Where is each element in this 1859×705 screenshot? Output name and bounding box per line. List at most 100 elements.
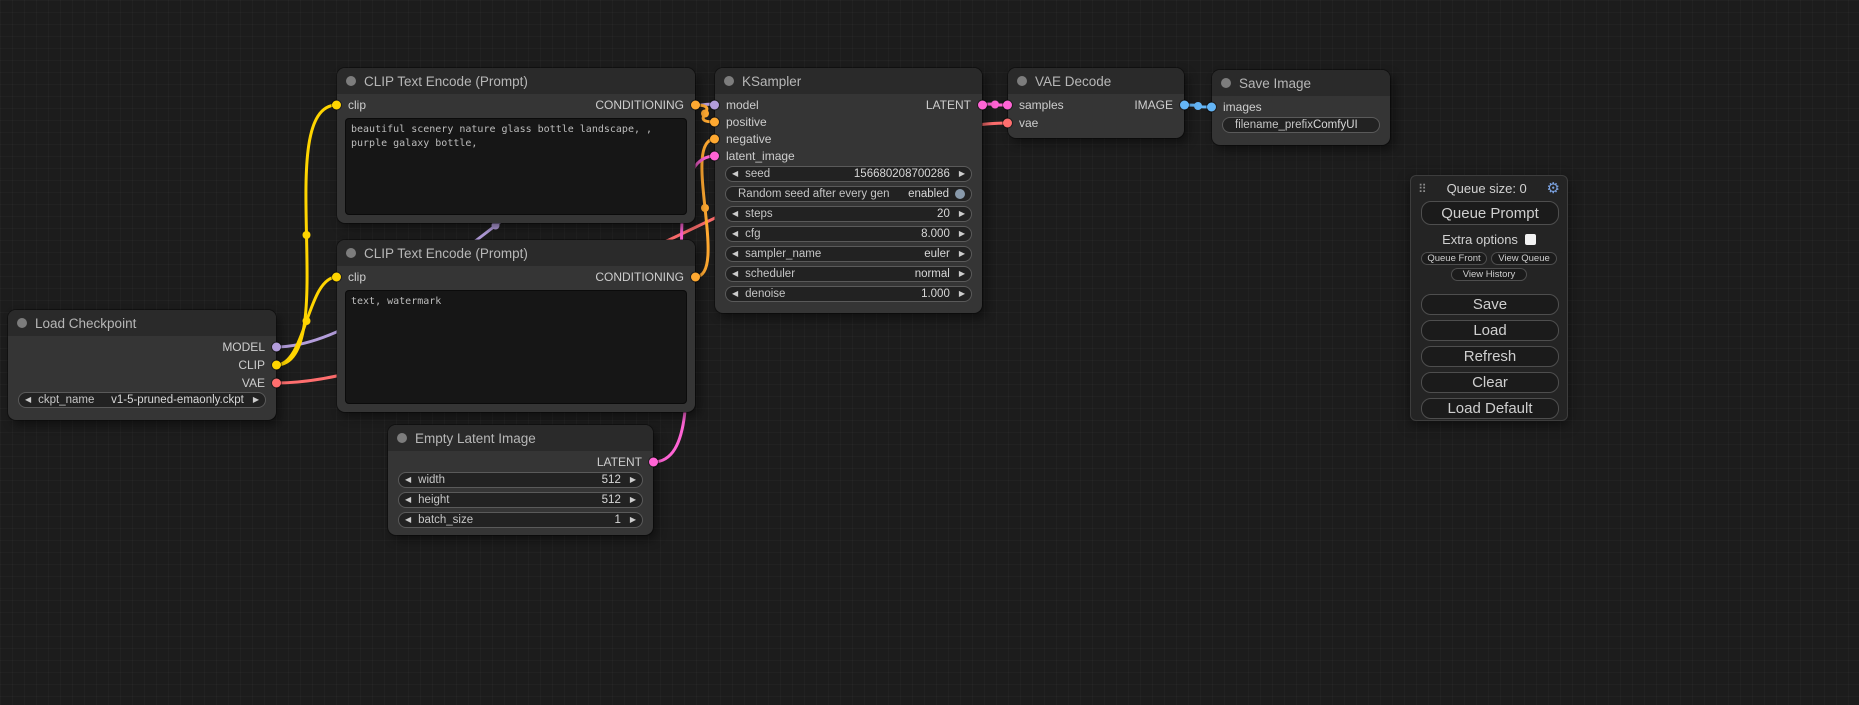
node-title-bar[interactable]: Load Checkpoint [8, 310, 276, 336]
increment-arrow-icon[interactable]: ▶ [959, 290, 965, 298]
widget-value: 156680208700286 [854, 168, 950, 180]
input-label-positive: positive [726, 115, 767, 129]
increment-arrow-icon[interactable]: ▶ [959, 170, 965, 178]
images-input-dot[interactable] [1207, 103, 1216, 112]
scheduler-widget[interactable]: ◀ scheduler normal ▶ [725, 266, 972, 282]
decrement-arrow-icon[interactable]: ◀ [732, 210, 738, 218]
collapse-toggle-icon[interactable] [724, 76, 734, 86]
conditioning-output-dot[interactable] [691, 273, 700, 282]
latent-output-dot[interactable] [978, 100, 987, 109]
node-graph-canvas[interactable]: Load Checkpoint MODEL CLIP VAE ◀ ckpt_na… [0, 0, 1859, 705]
width-widget[interactable]: ◀ width 512 ▶ [398, 472, 643, 488]
extra-options-checkbox[interactable] [1525, 234, 1536, 245]
increment-arrow-icon[interactable]: ▶ [630, 476, 636, 484]
collapse-toggle-icon[interactable] [346, 248, 356, 258]
model-input-dot[interactable] [710, 100, 719, 109]
sampler-name-widget[interactable]: ◀ sampler_name euler ▶ [725, 246, 972, 262]
latent-image-input-dot[interactable] [710, 151, 719, 160]
node-title-bar[interactable]: CLIP Text Encode (Prompt) [337, 68, 695, 94]
load-button[interactable]: Load [1421, 320, 1559, 341]
slot-row: clip CONDITIONING [337, 268, 695, 286]
node-title-bar[interactable]: Save Image [1212, 70, 1390, 96]
model-output-dot[interactable] [272, 343, 281, 352]
queue-actions-row: Queue Front View Queue [1421, 252, 1557, 265]
samples-input-dot[interactable] [1003, 101, 1012, 110]
decrement-arrow-icon[interactable]: ◀ [405, 496, 411, 504]
collapse-toggle-icon[interactable] [346, 76, 356, 86]
vae-input-dot[interactable] [1003, 119, 1012, 128]
negative-input-dot[interactable] [710, 134, 719, 143]
image-output-dot[interactable] [1180, 101, 1189, 110]
conditioning-output-dot[interactable] [691, 101, 700, 110]
increment-arrow-icon[interactable]: ▶ [959, 250, 965, 258]
refresh-button[interactable]: Refresh [1421, 346, 1559, 367]
height-widget[interactable]: ◀ height 512 ▶ [398, 492, 643, 508]
positive-input-dot[interactable] [710, 117, 719, 126]
clip-input-dot[interactable] [332, 273, 341, 282]
queue-prompt-button[interactable]: Queue Prompt [1421, 201, 1559, 225]
denoise-widget[interactable]: ◀ denoise 1.000 ▶ [725, 286, 972, 302]
steps-widget[interactable]: ◀ steps 20 ▶ [725, 206, 972, 222]
node-clip-text-encode-negative[interactable]: CLIP Text Encode (Prompt) clip CONDITION… [337, 240, 695, 412]
node-title: KSampler [742, 74, 801, 89]
cfg-widget[interactable]: ◀ cfg 8.000 ▶ [725, 226, 972, 242]
node-title-bar[interactable]: VAE Decode [1008, 68, 1184, 94]
ckpt-name-widget[interactable]: ◀ ckpt_name v1-5-pruned-emaonly.ckpt ▶ [18, 392, 266, 408]
clear-button[interactable]: Clear [1421, 372, 1559, 393]
increment-arrow-icon[interactable]: ▶ [630, 496, 636, 504]
random-seed-toggle-widget[interactable]: Random seed after every gen enabled [725, 186, 972, 202]
toggle-knob-icon[interactable] [955, 189, 965, 199]
widget-value: euler [924, 248, 950, 260]
increment-arrow-icon[interactable]: ▶ [959, 210, 965, 218]
increment-arrow-icon[interactable]: ▶ [253, 396, 259, 404]
node-title-bar[interactable]: CLIP Text Encode (Prompt) [337, 240, 695, 266]
collapse-toggle-icon[interactable] [397, 433, 407, 443]
input-label-clip: clip [348, 98, 366, 112]
node-empty-latent-image[interactable]: Empty Latent Image LATENT ◀ width 512 ▶ … [388, 425, 653, 535]
view-queue-button[interactable]: View Queue [1491, 252, 1557, 265]
decrement-arrow-icon[interactable]: ◀ [732, 250, 738, 258]
input-slot-vae: vae [1008, 114, 1184, 132]
widget-label: scheduler [745, 268, 795, 280]
increment-arrow-icon[interactable]: ▶ [959, 270, 965, 278]
collapse-toggle-icon[interactable] [1221, 78, 1231, 88]
collapse-toggle-icon[interactable] [1017, 76, 1027, 86]
slot-row: clip CONDITIONING [337, 96, 695, 114]
node-title-bar[interactable]: Empty Latent Image [388, 425, 653, 451]
node-vae-decode[interactable]: VAE Decode samples IMAGE vae [1008, 68, 1184, 138]
collapse-toggle-icon[interactable] [17, 318, 27, 328]
positive-prompt-textarea[interactable]: beautiful scenery nature glass bottle la… [345, 118, 687, 215]
batch-size-widget[interactable]: ◀ batch_size 1 ▶ [398, 512, 643, 528]
queue-panel[interactable]: ⠿ Queue size: 0 ⚙ Queue Prompt Extra opt… [1410, 175, 1568, 421]
clip-output-dot[interactable] [272, 361, 281, 370]
output-label-latent: LATENT [926, 98, 971, 112]
node-ksampler[interactable]: KSampler model LATENT positive negative … [715, 68, 982, 313]
increment-arrow-icon[interactable]: ▶ [959, 230, 965, 238]
decrement-arrow-icon[interactable]: ◀ [732, 270, 738, 278]
decrement-arrow-icon[interactable]: ◀ [732, 230, 738, 238]
decrement-arrow-icon[interactable]: ◀ [25, 396, 31, 404]
view-history-button[interactable]: View History [1451, 268, 1527, 281]
node-title-bar[interactable]: KSampler [715, 68, 982, 94]
node-save-image[interactable]: Save Image images filename_prefix ComfyU… [1212, 70, 1390, 145]
output-label-image: IMAGE [1134, 98, 1173, 112]
decrement-arrow-icon[interactable]: ◀ [405, 476, 411, 484]
negative-prompt-textarea[interactable]: text, watermark [345, 290, 687, 404]
filename-prefix-widget[interactable]: filename_prefix ComfyUI [1222, 117, 1380, 133]
latent-output-dot[interactable] [649, 458, 658, 467]
decrement-arrow-icon[interactable]: ◀ [732, 290, 738, 298]
save-button[interactable]: Save [1421, 294, 1559, 315]
increment-arrow-icon[interactable]: ▶ [630, 516, 636, 524]
clip-input-dot[interactable] [332, 101, 341, 110]
decrement-arrow-icon[interactable]: ◀ [405, 516, 411, 524]
load-default-button[interactable]: Load Default [1421, 398, 1559, 419]
decrement-arrow-icon[interactable]: ◀ [732, 170, 738, 178]
queue-front-button[interactable]: Queue Front [1421, 252, 1487, 265]
settings-gear-icon[interactable]: ⚙ [1547, 181, 1560, 196]
node-load-checkpoint[interactable]: Load Checkpoint MODEL CLIP VAE ◀ ckpt_na… [8, 310, 276, 420]
vae-output-dot[interactable] [272, 379, 281, 388]
drag-handle-icon[interactable]: ⠿ [1418, 183, 1427, 195]
widget-value: enabled [908, 188, 949, 200]
node-clip-text-encode-positive[interactable]: CLIP Text Encode (Prompt) clip CONDITION… [337, 68, 695, 223]
seed-widget[interactable]: ◀ seed 156680208700286 ▶ [725, 166, 972, 182]
